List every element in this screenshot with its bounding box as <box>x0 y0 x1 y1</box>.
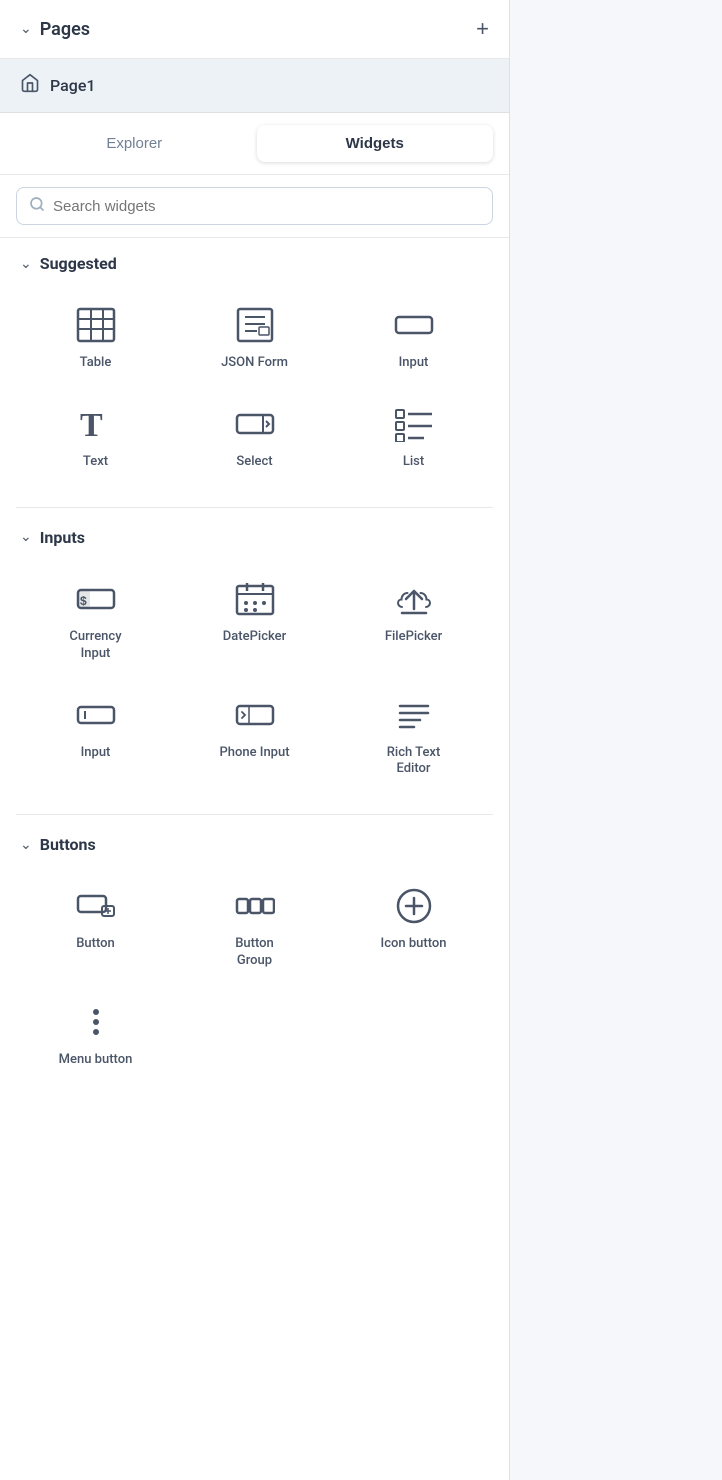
button-group-icon <box>231 886 279 926</box>
widget-datepicker-label: DatePicker <box>223 629 286 646</box>
widget-text-label: Text <box>83 454 108 471</box>
button-icon <box>72 886 120 926</box>
widget-icon-button[interactable]: Icon button <box>334 870 493 986</box>
widget-text[interactable]: T Text <box>16 388 175 487</box>
explorer-tab[interactable]: Explorer <box>16 125 253 162</box>
widgets-tab[interactable]: Widgets <box>257 125 494 162</box>
json-form-icon <box>231 305 279 345</box>
inputs-section-header: ⌄ Inputs <box>0 512 509 555</box>
widget-table-label: Table <box>80 355 112 372</box>
buttons-section-header: ⌄ Buttons <box>0 819 509 862</box>
widget-menu-button[interactable]: Menu button <box>16 986 175 1085</box>
chevron-down-icon: ⌄ <box>20 21 32 37</box>
add-page-button[interactable]: + <box>476 18 489 40</box>
widget-select[interactable]: Select <box>175 388 334 487</box>
list-icon <box>390 404 438 444</box>
suggested-widget-grid: Table JSON Form <box>0 281 509 503</box>
widget-select-label: Select <box>236 454 272 471</box>
widget-filepicker-label: FilePicker <box>385 629 442 646</box>
svg-text:$: $ <box>80 594 87 608</box>
table-icon <box>72 305 120 345</box>
widget-list-label: List <box>403 454 424 471</box>
section-divider-1 <box>16 507 493 508</box>
widget-json-form[interactable]: JSON Form <box>175 289 334 388</box>
home-icon <box>20 73 40 98</box>
page-item[interactable]: Page1 <box>0 59 509 113</box>
inputs-chevron-icon: ⌄ <box>20 529 32 545</box>
suggested-chevron-icon: ⌄ <box>20 256 32 272</box>
widget-input-2-label: Input <box>81 745 111 762</box>
buttons-chevron-icon: ⌄ <box>20 837 32 853</box>
widget-phone-input[interactable]: Phone Input <box>175 679 334 795</box>
pages-header: ⌄ Pages + <box>0 0 509 59</box>
widget-currency-input-label: CurrencyInput <box>69 629 121 663</box>
widget-button-group[interactable]: ButtonGroup <box>175 870 334 986</box>
widget-rich-text-editor[interactable]: Rich TextEditor <box>334 679 493 795</box>
phone-input-icon <box>231 695 279 735</box>
icon-button-icon <box>390 886 438 926</box>
widget-currency-input[interactable]: $ CurrencyInput <box>16 563 175 679</box>
inputs-widget-grid: $ CurrencyInput <box>0 555 509 811</box>
tab-switcher: Explorer Widgets <box>0 113 509 175</box>
widget-input[interactable]: Input <box>334 289 493 388</box>
search-container <box>0 175 509 238</box>
filepicker-icon <box>390 579 438 619</box>
widget-table[interactable]: Table <box>16 289 175 388</box>
suggested-section-title: Suggested <box>40 254 117 273</box>
suggested-section-header: ⌄ Suggested <box>0 238 509 281</box>
input-2-icon <box>72 695 120 735</box>
widget-datepicker[interactable]: DatePicker <box>175 563 334 679</box>
inputs-section-title: Inputs <box>40 528 85 547</box>
widget-rich-text-editor-label: Rich TextEditor <box>387 745 441 779</box>
input-icon <box>390 305 438 345</box>
widget-phone-input-label: Phone Input <box>219 745 289 762</box>
datepicker-icon <box>231 579 279 619</box>
widget-list[interactable]: List <box>334 388 493 487</box>
currency-input-icon: $ <box>72 579 120 619</box>
search-icon <box>29 196 45 216</box>
widget-filepicker[interactable]: FilePicker <box>334 563 493 679</box>
search-input[interactable] <box>53 198 480 215</box>
widget-input-2[interactable]: Input <box>16 679 175 795</box>
select-icon <box>231 404 279 444</box>
menu-button-icon <box>72 1002 120 1042</box>
section-divider-2 <box>16 814 493 815</box>
widget-button[interactable]: Button <box>16 870 175 986</box>
widget-button-group-label: ButtonGroup <box>235 936 274 970</box>
widget-menu-button-label: Menu button <box>59 1052 133 1069</box>
search-input-wrap <box>16 187 493 225</box>
svg-text:T: T <box>80 407 103 442</box>
widget-icon-button-label: Icon button <box>381 936 447 953</box>
pages-title: Pages <box>40 19 90 40</box>
page-name: Page1 <box>50 76 95 95</box>
right-panel <box>510 0 722 1480</box>
text-icon: T <box>72 404 120 444</box>
widget-json-form-label: JSON Form <box>221 355 288 372</box>
buttons-section-title: Buttons <box>40 835 96 854</box>
widget-button-label: Button <box>76 936 115 953</box>
buttons-widget-grid: Button ButtonGroup <box>0 862 509 1101</box>
rich-text-editor-icon <box>390 695 438 735</box>
widget-input-label: Input <box>399 355 429 372</box>
